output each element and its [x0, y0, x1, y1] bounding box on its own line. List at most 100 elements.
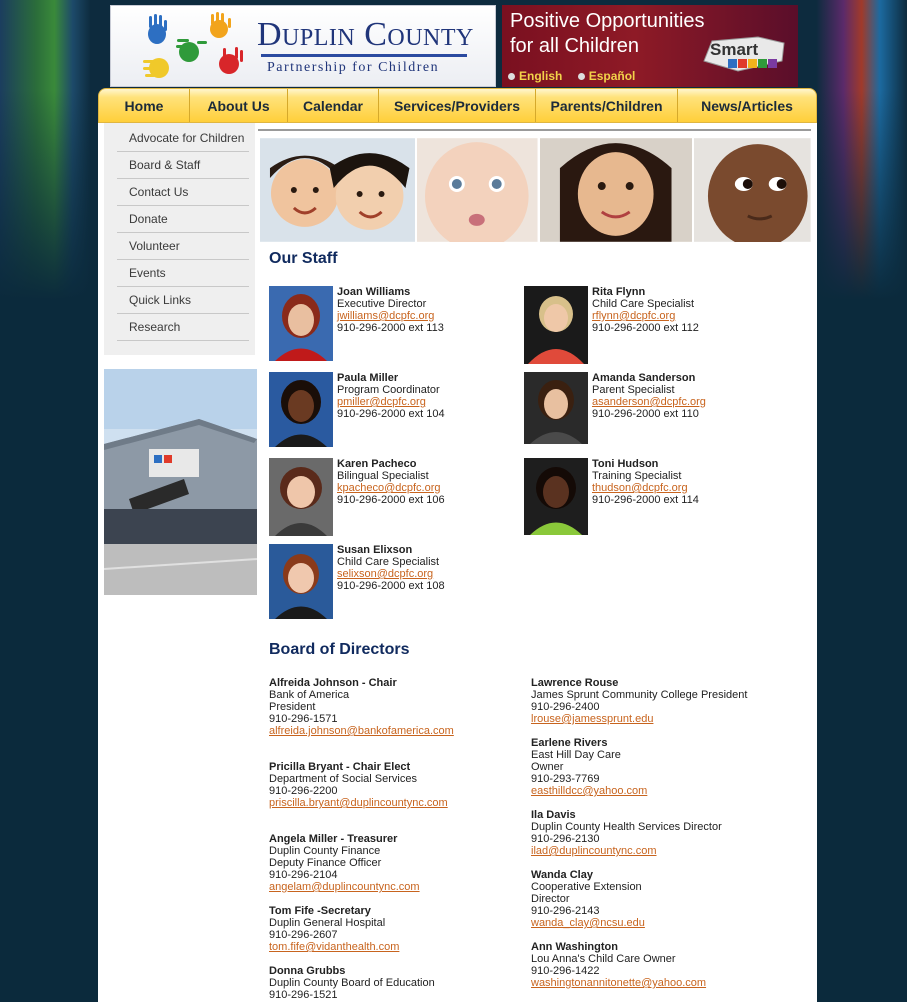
staff-email-link[interactable]: kpacheco@dcpfc.org [337, 482, 445, 494]
lang-spanish-link[interactable]: Español [577, 69, 636, 83]
board-member-phone: 910-296-2143 [531, 905, 600, 917]
board-member-email-link[interactable]: ilad@duplincountync.com [531, 845, 722, 857]
smart-start-logo[interactable]: Smart [698, 31, 788, 75]
nav-home[interactable]: Home [99, 89, 190, 122]
board-member: Tom Fife -Secretary Duplin General Hospi… [269, 905, 399, 953]
board-member-org: Department of Social Services [269, 773, 417, 785]
board-member-phone: 910-296-1422 [531, 965, 600, 977]
board-member-email-link[interactable]: priscilla.bryant@duplincountync.com [269, 797, 448, 809]
site-header: Duplin County Partnership for Children P… [110, 5, 798, 87]
board-member-phone: 910-293-7769 [531, 773, 600, 785]
staff-phone: 910-296-2000 ext 113 [337, 322, 444, 334]
staff-card: Rita Flynn Child Care Specialist rflynn@… [524, 286, 774, 366]
staff-photo [524, 458, 588, 535]
office-building-photo [103, 369, 258, 595]
board-member-phone: 910-296-1521 [269, 989, 338, 1001]
nav-about-us[interactable]: About Us [190, 89, 288, 122]
staff-email-link[interactable]: jwilliams@dcpfc.org [337, 310, 444, 322]
board-member-email-link[interactable]: angelam@duplincountync.com [269, 881, 420, 893]
board-member-email-link[interactable]: tom.fife@vidanthealth.com [269, 941, 399, 953]
staff-title: Child Care Specialist [592, 298, 695, 310]
board-member: Alfreida Johnson - Chair Bank of America… [269, 677, 454, 737]
board-member-role: Deputy Finance Officer [269, 857, 382, 869]
sidebar-item-events[interactable]: Events [117, 260, 249, 287]
staff-email-link[interactable]: pmiller@dcpfc.org [337, 396, 445, 408]
staff-email-link[interactable]: asanderson@dcpfc.org [592, 396, 706, 408]
staff-phone: 910-296-2000 ext 112 [592, 322, 699, 334]
staff-title: Parent Specialist [592, 384, 675, 396]
nav-news-articles[interactable]: News/Articles [678, 89, 816, 122]
board-member-name: Alfreida Johnson - Chair [269, 677, 397, 689]
staff-phone: 910-296-2000 ext 106 [337, 494, 445, 506]
board-member-name: Ila Davis [531, 809, 576, 821]
staff-name: Joan Williams [337, 286, 411, 298]
board-member-email-link[interactable]: easthilldcc@yahoo.com [531, 785, 647, 797]
board-member-name: Lawrence Rouse [531, 677, 619, 689]
board-member-phone: 910-296-2400 [531, 701, 600, 713]
staff-phone: 910-296-2000 ext 110 [592, 408, 699, 420]
staff-phone: 910-296-2000 ext 114 [592, 494, 699, 506]
board-member-role: Owner [531, 761, 564, 773]
board-member: Ila Davis Duplin County Health Services … [531, 809, 722, 857]
board-member-role: President [269, 701, 316, 713]
board-member-phone: 910-296-2130 [531, 833, 600, 845]
board-member-email-link[interactable]: lrouse@jamessprunt.edu [531, 713, 747, 725]
tagline-line1: Positive Opportunities [510, 10, 705, 32]
staff-info: Susan Elixson Child Care Specialist seli… [337, 544, 445, 592]
board-member-name: Ann Washington [531, 941, 618, 953]
board-member-role: Director [531, 893, 570, 905]
staff-email-link[interactable]: rflynn@dcpfc.org [592, 310, 699, 322]
staff-title: Bilingual Specialist [337, 470, 429, 482]
board-member: Angela Miller - Treasurer Duplin County … [269, 833, 420, 893]
staff-info: Toni Hudson Training Specialist thudson@… [592, 458, 699, 506]
staff-photo [269, 372, 333, 447]
sidebar: Advocate for Children Board & Staff Cont… [103, 123, 258, 600]
main-nav: Home About Us Calendar Services/Provider… [98, 88, 817, 123]
board-member-org: Lou Anna's Child Care Owner [531, 953, 676, 965]
sidebar-item-advocate[interactable]: Advocate for Children [117, 125, 249, 152]
sidebar-item-research[interactable]: Research [117, 314, 249, 341]
staff-name: Karen Pacheco [337, 458, 417, 470]
photo-children-2 [417, 138, 538, 242]
nav-services-providers[interactable]: Services/Providers [379, 89, 536, 122]
lang-spanish-label: Español [588, 69, 636, 83]
logo-title: Duplin County [257, 16, 474, 53]
lang-english-link[interactable]: English [508, 69, 562, 83]
board-member: Earlene Rivers East Hill Day Care Owner … [531, 737, 647, 797]
board-member-name: Earlene Rivers [531, 737, 608, 749]
sidebar-item-board-staff[interactable]: Board & Staff [117, 152, 249, 179]
staff-info: Rita Flynn Child Care Specialist rflynn@… [592, 286, 699, 334]
radio-dot-icon [577, 73, 585, 80]
staff-info: Amanda Sanderson Parent Specialist asand… [592, 372, 706, 420]
board-member-email-link[interactable]: alfreida.johnson@bankofamerica.com [269, 725, 454, 737]
board-member: Ann Washington Lou Anna's Child Care Own… [531, 941, 706, 989]
staff-info: Karen Pacheco Bilingual Specialist kpach… [337, 458, 445, 506]
sidebar-item-quick-links[interactable]: Quick Links [117, 287, 249, 314]
staff-phone: 910-296-2000 ext 104 [337, 408, 445, 420]
board-member-email-link[interactable]: washingtonannitonette@yahoo.com [531, 977, 706, 989]
sidebar-item-volunteer[interactable]: Volunteer [117, 233, 249, 260]
board-member-org: Duplin County Board of Education [269, 977, 435, 989]
board-member-org: Duplin General Hospital [269, 917, 386, 929]
nav-parents-children[interactable]: Parents/Children [536, 89, 678, 122]
board-member-phone: 910-296-2607 [269, 929, 338, 941]
site-logo[interactable]: Duplin County Partnership for Children [110, 5, 496, 87]
board-member-name: Angela Miller - Treasurer [269, 833, 398, 845]
sidebar-item-contact[interactable]: Contact Us [117, 179, 249, 206]
staff-card: Toni Hudson Training Specialist thudson@… [524, 458, 774, 538]
board-member: Donna Grubbs Duplin County Board of Educ… [269, 965, 435, 1001]
board-member-phone: 910-296-2104 [269, 869, 338, 881]
staff-email-link[interactable]: thudson@dcpfc.org [592, 482, 699, 494]
staff-card: Paula Miller Program Coordinator pmiller… [269, 372, 519, 452]
staff-photo [269, 458, 333, 536]
board-member: Pricilla Bryant - Chair Elect Department… [269, 761, 448, 809]
board-member-org: Cooperative Extension [531, 881, 642, 893]
tagline: Positive Opportunities for all Children [510, 9, 705, 59]
sidebar-item-donate[interactable]: Donate [117, 206, 249, 233]
board-member-email-link[interactable]: wanda_clay@ncsu.edu [531, 917, 645, 929]
board-member-org: James Sprunt Community College President [531, 689, 748, 701]
staff-email-link[interactable]: selixson@dcpfc.org [337, 568, 445, 580]
sidebar-menu: Advocate for Children Board & Staff Cont… [104, 123, 255, 355]
staff-card: Joan Williams Executive Director jwillia… [269, 286, 519, 366]
nav-calendar[interactable]: Calendar [288, 89, 379, 122]
